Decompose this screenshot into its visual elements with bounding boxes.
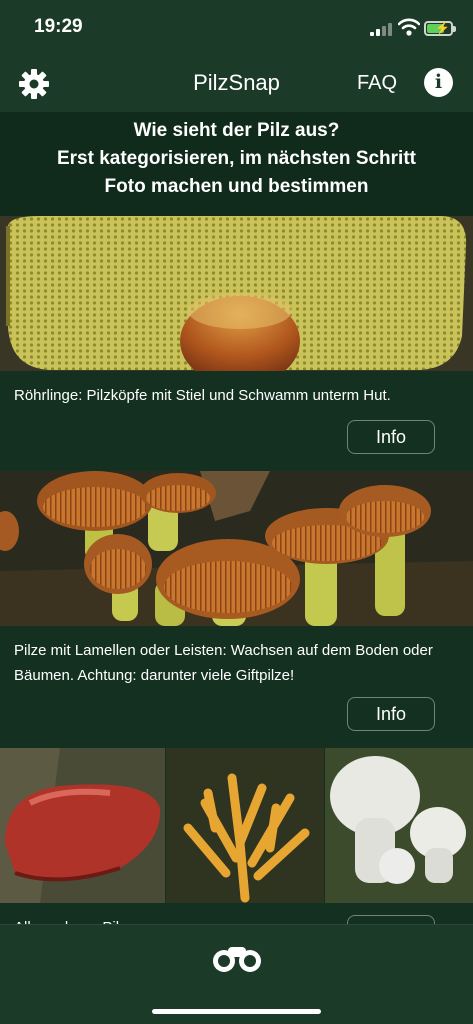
boletes-photo: [0, 216, 473, 371]
category-description: Pilze mit Lamellen oder Leisten: Wachsen…: [14, 642, 433, 684]
category-card-boletes[interactable]: Röhrlinge: Pilzköpfe mit Stiel und Schwa…: [0, 216, 473, 471]
category-description: Röhrlinge: Pilzköpfe mit Stiel und Schwa…: [14, 387, 391, 404]
navigation-bar: PilzSnap FAQ i: [0, 56, 473, 112]
app-title: PilzSnap: [193, 70, 280, 95]
status-time: 19:29: [34, 16, 83, 37]
status-bar: 19:29 ⚡: [0, 0, 473, 56]
other-mushrooms-photo: [0, 748, 473, 903]
instruction-line-3: Foto machen und bestimmen: [104, 176, 369, 197]
home-indicator[interactable]: [152, 1009, 321, 1014]
category-card-gilled[interactable]: Pilze mit Lamellen oder Leisten: Wachsen…: [0, 471, 473, 748]
bottom-toolbar: [0, 924, 473, 1024]
instruction-banner: Wie sieht der Pilz aus? Erst kategorisie…: [0, 112, 473, 216]
cellular-signal-icon: [370, 22, 392, 36]
info-icon[interactable]: i: [424, 68, 453, 97]
instruction-line-2: Erst kategorisieren, im nächsten Schritt: [56, 148, 416, 169]
info-button-others[interactable]: Info: [347, 915, 435, 924]
instruction-line-1: Wie sieht der Pilz aus?: [133, 120, 340, 141]
gilled-mushrooms-photo: [0, 471, 473, 626]
wifi-icon: [398, 18, 420, 36]
category-card-others[interactable]: Alle anderen Pilze Info: [0, 748, 473, 924]
info-button-gilled[interactable]: Info: [347, 697, 435, 731]
battery-icon: ⚡: [424, 21, 456, 36]
binoculars-icon[interactable]: [212, 943, 262, 973]
info-button-boletes[interactable]: Info: [347, 420, 435, 454]
faq-button[interactable]: FAQ: [357, 72, 397, 95]
